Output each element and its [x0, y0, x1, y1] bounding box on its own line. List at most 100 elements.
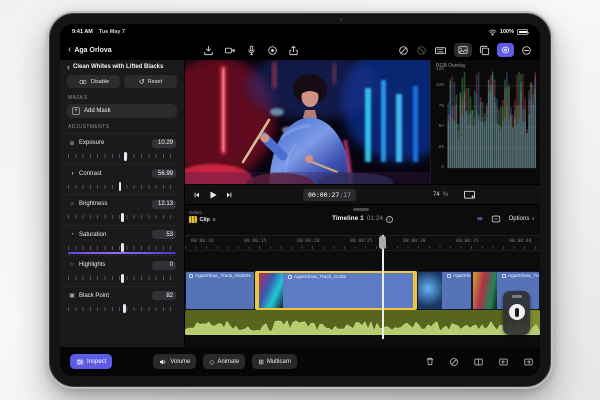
add-mask-button[interactable]: + Add Mask	[67, 104, 177, 118]
play-icon[interactable]	[208, 190, 218, 200]
audio-track[interactable]	[185, 310, 540, 335]
adjustment-contrast: ◑ Contrast 56.99	[67, 164, 177, 195]
video-viewer[interactable]	[185, 60, 430, 184]
highlights-value[interactable]: 0	[152, 261, 176, 270]
remove-icon[interactable]	[521, 45, 532, 56]
timeline-drag-handle[interactable]	[353, 208, 369, 211]
disable-button[interactable]: Disable	[67, 75, 120, 88]
adjustment-black-point: ▣ Black Point 82	[67, 286, 177, 317]
mic-icon[interactable]	[246, 45, 257, 56]
inspect-button[interactable]: Inspect	[70, 354, 112, 369]
ruler-tick: 00:00:30	[403, 239, 426, 244]
record-icon[interactable]	[267, 45, 278, 56]
black-point-value[interactable]: 82	[152, 291, 176, 300]
wifi-icon	[488, 28, 497, 36]
playhead-handle[interactable]	[379, 236, 386, 249]
ruler-tick: 00:00:15	[244, 239, 267, 244]
frame-browser-icon[interactable]	[490, 214, 502, 224]
chevron-down-icon: ∨	[531, 216, 535, 222]
project-title: Aga Orlova	[74, 47, 111, 54]
skip-back-icon[interactable]	[193, 191, 201, 199]
exposure-value[interactable]: 10.29	[152, 139, 176, 148]
timeline-ruler[interactable]: 00:00:10 00:00:15 00:00:20 00:00:25 00:0…	[185, 235, 540, 251]
scope-tick: 0	[434, 165, 444, 170]
exposure-icon: ⊕	[68, 140, 76, 147]
timeline-clip-selected[interactable]: AgaOrlova_Track_CU03	[255, 271, 417, 310]
jog-wheel-knob[interactable]	[509, 304, 525, 320]
media-browser-button[interactable]	[454, 43, 472, 57]
clip-thumbnail	[259, 273, 283, 308]
front-camera	[340, 18, 343, 21]
undo-icon[interactable]	[398, 45, 409, 56]
multicam-button[interactable]: ⊞ Multicam	[252, 354, 296, 369]
import-icon[interactable]	[203, 45, 214, 56]
insert-icon[interactable]	[498, 357, 509, 367]
edit-actions	[425, 356, 534, 367]
scope-tick: 75	[434, 104, 444, 109]
brightness-value[interactable]: 12.13	[152, 200, 176, 209]
overwrite-icon[interactable]	[523, 357, 534, 367]
app-toolbar: ‹ Aga Orlova	[60, 40, 540, 60]
timeline-clip[interactable]: AgaOrlov…	[417, 271, 472, 310]
black-point-slider[interactable]	[68, 304, 176, 313]
trash-icon[interactable]	[425, 356, 435, 367]
brightness-icon: ☼	[68, 201, 76, 207]
scopes-button[interactable]	[497, 43, 514, 57]
clip-badge-icon	[189, 274, 193, 278]
share-icon[interactable]	[288, 45, 299, 56]
contrast-slider[interactable]	[68, 182, 176, 191]
scope-tick: 25	[434, 145, 444, 150]
transport-bar: 00:00:27:17 74%	[185, 184, 540, 204]
animate-button[interactable]: ◇ Animate	[203, 354, 245, 369]
duplicate-icon[interactable]	[479, 45, 490, 56]
back-button[interactable]: ‹ Aga Orlova	[68, 47, 112, 54]
view-tools	[398, 43, 532, 57]
highlights-slider[interactable]	[68, 274, 176, 283]
disable-clip-icon[interactable]	[449, 357, 459, 367]
sliders-icon	[76, 358, 84, 366]
redo-icon[interactable]	[416, 45, 427, 56]
timeline-clip[interactable]: AgaOrlova_Track_Wide01	[185, 271, 255, 310]
connect-loop-icon[interactable]: ∞	[477, 215, 483, 223]
clip-badge-icon	[502, 274, 506, 278]
viewer-zoom-control[interactable]: 74%	[433, 192, 448, 198]
ruler-tick: 00:00:25	[350, 239, 373, 244]
ruler-tick: 00:00:40	[509, 239, 532, 244]
display-icon[interactable]	[463, 189, 476, 200]
ruler-tick: 00:00:20	[297, 239, 320, 244]
scope-tick: 100	[434, 83, 444, 88]
camera-icon[interactable]	[224, 45, 236, 56]
adjustment-exposure: ⊕ Exposure 10.29	[67, 133, 177, 164]
timeline[interactable]: Select Clip ∨ Timeline 101:24i ∞ Options	[185, 204, 540, 347]
status-bar: 9:41 AM Tue May 7 100%	[60, 24, 540, 40]
timecode-display[interactable]: 00:00:27:17	[303, 189, 356, 201]
info-icon[interactable]: i	[386, 216, 393, 223]
playhead[interactable]	[382, 235, 384, 339]
reset-button[interactable]: ↺ Reset	[124, 75, 177, 88]
brightness-slider[interactable]	[68, 213, 176, 222]
options-menu[interactable]: Options ∨	[509, 216, 535, 222]
rgb-overlay-scope: RGB Overlay 120 100 75 50 25 0	[430, 60, 540, 184]
skip-forward-icon[interactable]	[225, 191, 233, 199]
photo-backdrop: 9:41 AM Tue May 7 100% ‹ Aga Orlova	[0, 0, 600, 400]
clip-thumbnail	[418, 272, 442, 309]
exposure-slider[interactable]	[68, 152, 176, 161]
volume-button[interactable]: Volume	[153, 354, 196, 369]
speaker-icon	[159, 358, 167, 366]
inspector-back-icon[interactable]: ‹	[67, 64, 70, 70]
screen: 9:41 AM Tue May 7 100% ‹ Aga Orlova	[60, 24, 540, 376]
scope-tick: 120	[434, 67, 444, 72]
saturation-slider[interactable]	[68, 243, 176, 252]
clip-badge-icon	[288, 275, 292, 279]
keyboard-icon[interactable]	[434, 45, 447, 56]
saturation-value[interactable]: 53	[152, 230, 176, 239]
battery-percent: 100%	[500, 29, 514, 35]
capture-tools	[203, 45, 299, 56]
contrast-value[interactable]: 56.99	[152, 169, 176, 178]
highlights-icon: ○	[68, 262, 76, 268]
waveform-plot	[431, 60, 540, 184]
jog-wheel[interactable]	[503, 291, 530, 335]
preset-title: Clean Whites with Lifted Blacks	[73, 64, 163, 70]
trim-icon[interactable]	[473, 357, 484, 367]
battery-icon	[517, 29, 528, 35]
